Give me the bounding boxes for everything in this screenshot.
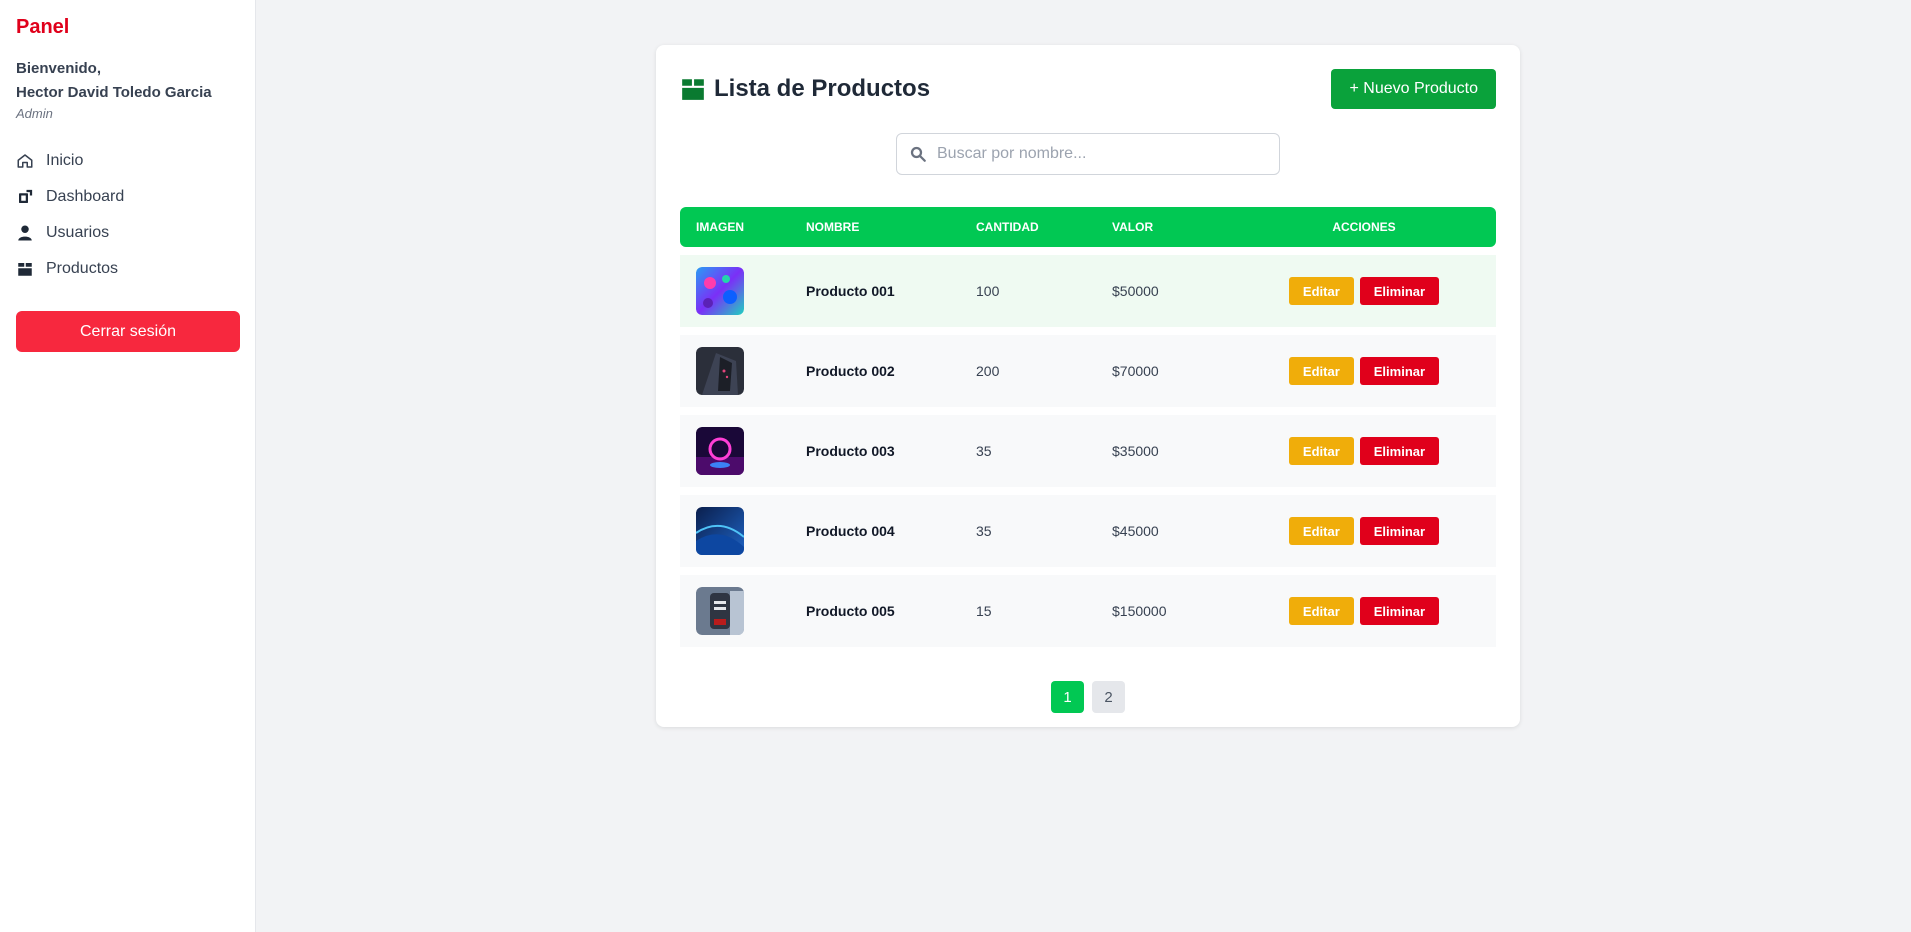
product-name: Producto 001 [790, 255, 960, 327]
product-image-cell [680, 415, 790, 487]
product-thumbnail [696, 347, 744, 395]
sidebar-item-label: Usuarios [46, 224, 110, 241]
sidebar-item-label: Inicio [46, 152, 84, 169]
search-box [896, 133, 1280, 175]
product-actions: Editar Eliminar [1232, 495, 1496, 567]
edit-button[interactable]: Editar [1288, 277, 1354, 305]
product-qty: 15 [960, 575, 1096, 647]
product-actions: Editar Eliminar [1232, 415, 1496, 487]
table-row: Producto 004 35 $45000 Editar Eliminar [680, 495, 1496, 567]
product-actions: Editar Eliminar [1232, 575, 1496, 647]
sidebar-item-dashboard[interactable]: Dashboard [16, 179, 239, 215]
sidebar-item-productos[interactable]: Productos [16, 251, 239, 287]
sidebar-item-inicio[interactable]: Inicio [16, 143, 239, 179]
product-name: Producto 003 [790, 415, 960, 487]
product-image-cell [680, 575, 790, 647]
edit-button[interactable]: Editar [1288, 437, 1354, 465]
column-header-valor: Valor [1096, 207, 1232, 247]
sidebar: Panel Bienvenido, Hector David Toledo Ga… [0, 0, 256, 932]
delete-button[interactable]: Eliminar [1359, 357, 1440, 385]
sidebar-nav: Inicio Dashboard Usuarios Productos [16, 143, 239, 287]
welcome-text: Bienvenido, Hector David Toledo Garcia [16, 57, 239, 105]
edit-button[interactable]: Editar [1288, 357, 1354, 385]
box-icon [18, 263, 32, 276]
product-value: $50000 [1096, 255, 1232, 327]
product-thumbnail [696, 507, 744, 555]
product-thumbnail [696, 427, 744, 475]
sidebar-item-usuarios[interactable]: Usuarios [16, 215, 239, 251]
product-thumbnail [696, 587, 744, 635]
product-value: $45000 [1096, 495, 1232, 567]
column-header-nombre: Nombre [790, 207, 960, 247]
delete-button[interactable]: Eliminar [1359, 437, 1440, 465]
brand-title: Panel [16, 16, 70, 38]
user-role: Admin [16, 106, 53, 121]
user-icon [18, 225, 32, 241]
product-qty: 35 [960, 495, 1096, 567]
delete-button[interactable]: Eliminar [1359, 277, 1440, 305]
product-thumbnail [696, 267, 744, 315]
search-wrapper [680, 133, 1496, 175]
product-value: $70000 [1096, 335, 1232, 407]
product-image-cell [680, 495, 790, 567]
new-product-button[interactable]: + Nuevo Producto [1331, 69, 1496, 109]
logout-button[interactable]: Cerrar sesión [16, 311, 240, 352]
product-actions: Editar Eliminar [1232, 255, 1496, 327]
table-row: Producto 002 200 $70000 Editar Eliminar [680, 335, 1496, 407]
product-qty: 100 [960, 255, 1096, 327]
product-image-cell [680, 255, 790, 327]
sidebar-item-label: Dashboard [46, 188, 125, 205]
box-icon [682, 79, 704, 100]
edit-button[interactable]: Editar [1288, 597, 1354, 625]
table-row: Producto 001 100 $50000 Editar Eliminar [680, 255, 1496, 327]
product-qty: 200 [960, 335, 1096, 407]
edit-button[interactable]: Editar [1288, 517, 1354, 545]
user-name: Hector David Toledo Garcia [16, 84, 212, 101]
products-table: Imagen Nombre Cantidad Valor Acciones [680, 199, 1496, 655]
delete-button[interactable]: Eliminar [1359, 597, 1440, 625]
product-value: $35000 [1096, 415, 1232, 487]
home-icon [17, 154, 33, 168]
table-row: Producto 005 15 $150000 Editar Eliminar [680, 575, 1496, 647]
product-actions: Editar Eliminar [1232, 335, 1496, 407]
dashboard-icon [19, 189, 33, 203]
products-card: Lista de Productos + Nuevo Producto Imag… [656, 45, 1520, 727]
product-qty: 35 [960, 415, 1096, 487]
product-value: $150000 [1096, 575, 1232, 647]
column-header-cantidad: Cantidad [960, 207, 1096, 247]
sidebar-item-label: Productos [46, 260, 119, 277]
search-input[interactable] [897, 134, 1279, 174]
table-row: Producto 003 35 $35000 Editar Eliminar [680, 415, 1496, 487]
product-image-cell [680, 335, 790, 407]
delete-button[interactable]: Eliminar [1359, 517, 1440, 545]
column-header-imagen: Imagen [680, 207, 790, 247]
pagination: 1 2 [680, 681, 1496, 713]
page-title-text: Lista de Productos [714, 75, 931, 102]
page-title: Lista de Productos [680, 75, 930, 103]
main-area: Lista de Productos + Nuevo Producto Imag… [256, 0, 1911, 932]
product-name: Producto 005 [790, 575, 960, 647]
search-icon [910, 146, 926, 162]
page-button-1[interactable]: 1 [1051, 681, 1084, 713]
page-button-2[interactable]: 2 [1092, 681, 1125, 713]
table-header-row: Imagen Nombre Cantidad Valor Acciones [680, 207, 1496, 247]
welcome-line: Bienvenido, [16, 60, 102, 77]
card-header: Lista de Productos + Nuevo Producto [680, 69, 1496, 109]
product-name: Producto 004 [790, 495, 960, 567]
column-header-acciones: Acciones [1232, 207, 1496, 247]
product-name: Producto 002 [790, 335, 960, 407]
app: Panel Bienvenido, Hector David Toledo Ga… [0, 0, 1911, 932]
